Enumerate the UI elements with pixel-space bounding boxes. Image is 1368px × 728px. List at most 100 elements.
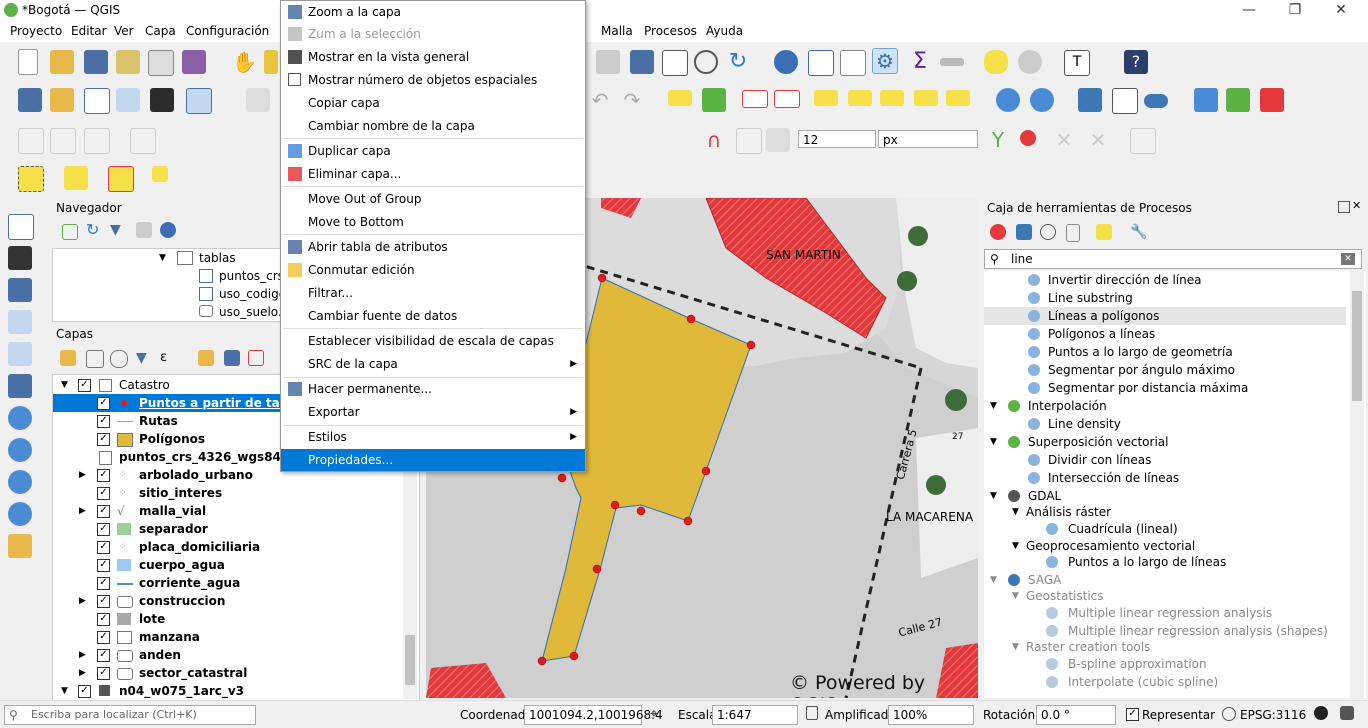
menu-item-layer-crs[interactable]: SRC de la capa ▶ (281, 353, 585, 375)
close-button[interactable]: ✕ (1318, 0, 1364, 22)
add-wfs-icon[interactable] (1030, 88, 1054, 112)
expand-arrow-icon[interactable]: ▶ (79, 502, 86, 520)
add-wms-icon[interactable] (996, 88, 1020, 112)
select-location-icon[interactable] (152, 166, 168, 182)
menu-item-show-in-overview[interactable]: Mostrar en la vista general (281, 46, 585, 68)
expand-arrow-icon[interactable]: ▼ (990, 433, 997, 451)
processing-item[interactable]: ▼ Análisis ráster (984, 503, 1346, 521)
layer-checkbox[interactable]: ✓ (97, 649, 110, 662)
print-layout-icon[interactable] (148, 50, 174, 76)
attribute-table-icon[interactable] (808, 50, 834, 76)
clear-search-icon[interactable]: ✕ (1341, 253, 1355, 265)
open-project-icon[interactable] (50, 50, 74, 74)
add-vector-layer-icon[interactable] (8, 214, 34, 240)
deselect-icon[interactable] (108, 166, 134, 192)
delete-feature-disabled-icon[interactable] (130, 128, 156, 154)
select-features-icon[interactable] (18, 166, 44, 192)
menu-item-copy-layer[interactable]: Copiar capa (281, 92, 585, 114)
menu-configuracion[interactable]: Configuración (186, 24, 269, 38)
layer-construccion[interactable]: ▶ ✓ construccion (53, 592, 419, 610)
close-panel-icon[interactable]: ✕ (1352, 199, 1361, 212)
layer-checkbox[interactable]: ✓ (97, 469, 110, 482)
pan-to-selection-icon[interactable] (264, 50, 278, 74)
clock-icon[interactable] (694, 50, 718, 74)
add-delimited-text-icon[interactable] (8, 310, 32, 334)
temporal-controller-icon[interactable] (662, 50, 688, 76)
processing-item[interactable]: ▼ Interpolación (984, 397, 1346, 415)
label-abc-icon[interactable] (668, 90, 692, 106)
snap-tolerance-field[interactable]: 12 (798, 130, 876, 148)
identify-icon[interactable] (774, 50, 798, 74)
processing-search-input[interactable]: ⚲ line ✕ (984, 249, 1362, 269)
vertex-tool-disabled-icon[interactable] (50, 128, 76, 154)
processing-item[interactable]: Invertir dirección de línea (984, 271, 1346, 289)
menu-item-change-data-source[interactable]: Cambiar fuente de datos (281, 305, 585, 327)
layer-checkbox[interactable]: ✓ (97, 397, 110, 410)
move-label-icon[interactable] (880, 90, 904, 106)
filter-icon[interactable]: ▼ (110, 222, 126, 238)
add-vector-icon[interactable] (84, 88, 110, 114)
menu-procesos[interactable]: Procesos (644, 24, 697, 38)
scrollbar-thumb[interactable] (1352, 291, 1362, 401)
plugin-reload-icon[interactable] (1226, 88, 1250, 112)
layer-cuerpo-agua[interactable]: ✓ cuerpo_agua (53, 556, 419, 574)
snap-mode-icon[interactable] (736, 128, 762, 154)
layer-checkbox[interactable]: ✓ (97, 487, 110, 500)
scrollbar-thumb[interactable] (405, 635, 415, 685)
layer-placa-domiciliaria[interactable]: ✓ ⁘ placa_domiciliaria (53, 538, 419, 556)
processing-toolbox-icon[interactable]: ⚙ (872, 48, 898, 74)
label-abc-red-icon[interactable] (742, 90, 768, 108)
results-icon[interactable] (1066, 224, 1080, 242)
magnifier-field[interactable]: 100% (888, 705, 974, 725)
text-annotation-icon[interactable]: T (1064, 50, 1090, 76)
menu-capa[interactable]: Capa (145, 24, 176, 38)
messages-icon[interactable] (1314, 706, 1328, 720)
processing-item[interactable]: Line substring (984, 289, 1346, 307)
measure-icon[interactable] (940, 58, 964, 66)
menu-item-rename-layer[interactable]: Cambiar nombre de la capa (281, 115, 585, 137)
processing-item[interactable]: Segmentar por ángulo máximo (984, 361, 1346, 379)
statistics-sigma-icon[interactable]: Σ (908, 50, 932, 74)
navigator-item-tablas[interactable]: tablas (199, 251, 236, 265)
undo-icon[interactable]: ↶ (588, 88, 612, 112)
processing-item[interactable]: Cuadrícula (lineal) (984, 520, 1346, 538)
add-raster-layer-icon[interactable] (8, 246, 32, 270)
tracing-disabled-icon[interactable]: ✕ (1052, 128, 1076, 152)
menu-item-zoom-to-selection[interactable]: Zum a la selección (281, 23, 585, 45)
edit-pencil-icon[interactable] (246, 88, 270, 112)
refresh-navigator-icon[interactable]: ↻ (86, 222, 102, 238)
collapse-arrow-icon[interactable]: ▼ (61, 376, 68, 394)
processing-item[interactable]: Line density (984, 415, 1346, 433)
render-checkbox[interactable]: ✓ (1126, 708, 1139, 721)
save-project-icon[interactable] (84, 50, 108, 74)
processing-item[interactable]: Puntos a lo largo de geometría (984, 343, 1346, 361)
processing-item[interactable]: Multiple linear regression analysis (984, 604, 1346, 622)
layer-checkbox[interactable]: ✓ (97, 505, 110, 518)
menu-malla[interactable]: Malla (601, 24, 633, 38)
layer-separador[interactable]: ✓ separador (53, 520, 419, 538)
layer-diagram-icon[interactable] (702, 88, 726, 112)
menu-editar[interactable]: Editar (71, 24, 107, 38)
lock-icon[interactable] (806, 706, 818, 720)
expand-arrow-icon[interactable]: ▶ (79, 664, 86, 682)
show-bookmarks-icon[interactable] (630, 50, 654, 74)
rotate-label-icon[interactable] (914, 90, 938, 106)
filter-legend-icon[interactable]: ▼ (136, 350, 152, 366)
add-mesh-layer-icon[interactable] (8, 278, 32, 302)
add-layer-icon[interactable] (186, 88, 212, 114)
float-panel-icon[interactable] (1338, 201, 1350, 213)
menu-item-open-attribute-table[interactable]: Abrir tabla de atributos (281, 236, 585, 258)
info-icon[interactable] (160, 222, 176, 238)
layer-checkbox[interactable]: ✓ (97, 415, 110, 428)
layer-malla-vial[interactable]: ▶ ✓ √ malla_vial (53, 502, 419, 520)
pin-label-icon[interactable] (814, 90, 838, 106)
temporal-icon[interactable] (1112, 88, 1138, 114)
filter-expression-icon[interactable]: ε (160, 350, 176, 366)
georeferencer-icon[interactable] (1194, 88, 1218, 112)
layer-styling-icon[interactable] (60, 350, 76, 366)
menu-item-toggle-editing[interactable]: Conmutar edición (281, 259, 585, 281)
processing-item[interactable]: Polígonos a líneas (984, 325, 1346, 343)
processing-item[interactable]: Líneas a polígonos (984, 307, 1346, 325)
snap-intersection-icon[interactable] (1020, 130, 1036, 146)
status-extra-icon[interactable] (1340, 706, 1354, 720)
